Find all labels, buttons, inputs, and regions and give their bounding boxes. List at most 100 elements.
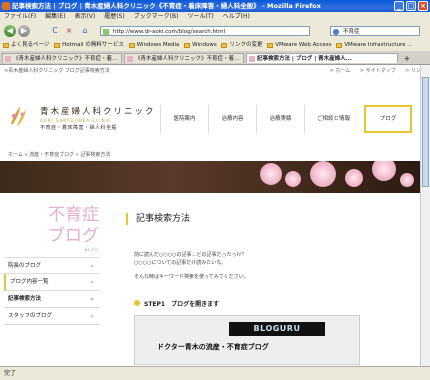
bookmark-item[interactable]: VMware Infrastructure ... xyxy=(336,40,413,51)
bookmark-item[interactable]: Hotmail の無料サービス xyxy=(54,40,124,51)
browser-tab[interactable]: 《青木産婦人科クリニック》不育症・着... xyxy=(2,53,122,63)
sidebar-title-line2: ブログ xyxy=(48,226,99,246)
menu-edit[interactable]: 編集(E) xyxy=(45,13,65,20)
link-sitemap[interactable]: > サイトマップ xyxy=(360,68,396,74)
intro-line-1: 前に読んだ○○○○の記事…どの記事だったっけ？ xyxy=(134,252,247,258)
blossom-image xyxy=(400,173,414,187)
search-value: 不育症 xyxy=(343,29,360,35)
blog-screenshot: BLOGURU ドクター青木の流産・不育症ブログ xyxy=(134,315,360,365)
site-tagline: <青木産婦人科クリニック ブログ記事検索方法 xyxy=(4,68,110,74)
sidebar-title: 不育症 ブログ BLOG xyxy=(44,205,99,253)
clinic-logo[interactable] xyxy=(8,102,28,128)
url-input[interactable]: http://www.dr-aoki.com/blog/search.html xyxy=(100,26,310,36)
blog-caption: ドクター青木の流産・不育症ブログ xyxy=(157,343,269,351)
bloguru-logo: BLOGURU xyxy=(229,322,325,336)
nav-clinic-info[interactable]: 医院案内 xyxy=(160,105,208,133)
menu-view[interactable]: 表示(V) xyxy=(74,13,95,20)
step1-text: STEP1 ブログを開きます xyxy=(144,301,220,308)
sidebar-item-search-method[interactable]: 記事検索方法 » xyxy=(4,291,100,308)
sidebar-item-label: ブログ内容一覧 xyxy=(10,279,49,285)
forward-button[interactable]: ▶ xyxy=(18,25,30,37)
menu-bar: ファイル(F) 編集(E) 表示(V) 履歴(S) ブックマーク(B) ツール(… xyxy=(0,12,430,22)
menu-help[interactable]: ヘルプ(H) xyxy=(223,13,250,20)
status-text: 完了 xyxy=(4,370,17,377)
sidebar: 不育症 ブログ BLOG 院長のブログ » ブログ内容一覧 » 記事検索方法 »… xyxy=(0,197,104,366)
blossom-image xyxy=(285,171,301,187)
browser-tab[interactable]: 《青木産婦人科クリニック》不育症・着... xyxy=(124,53,244,63)
tab-favicon-icon xyxy=(249,56,255,62)
sidebar-tag: BLOG xyxy=(84,248,99,252)
breadcrumb[interactable]: ホーム » 流産・不育症ブログ » 記事検索方法 xyxy=(8,151,110,158)
search-input[interactable]: 不育症 xyxy=(330,26,420,36)
site-top-strip: <青木産婦人科クリニック ブログ記事検索方法 > ホーム > サイトマップ > … xyxy=(0,65,430,77)
page-viewport: <青木産婦人科クリニック ブログ記事検索方法 > ホーム > サイトマップ > … xyxy=(0,65,430,366)
nav-blog[interactable]: ブログ xyxy=(364,105,412,133)
intro-line-3: そんな時はキーワード検索を使ってみてください。 xyxy=(134,274,249,280)
sidebar-item-label: スタッフのブログ xyxy=(8,313,53,319)
sidebar-item-label: 記事検索方法 xyxy=(8,296,42,302)
blossom-image xyxy=(260,163,282,185)
tab-favicon-icon xyxy=(127,56,133,62)
bookmark-item[interactable]: VMware Web Access xyxy=(267,40,331,51)
arrow-icon: » xyxy=(90,263,94,270)
bookmarks-toolbar: よく見るページ Hotmail の無料サービス Windows Media Wi… xyxy=(0,40,430,51)
window-titlebar: 記事検索方法 | ブログ | 青木産婦人科クリニック《不育症・着床障害・婦人科全… xyxy=(0,0,430,12)
header-banner xyxy=(0,161,430,193)
home-button[interactable]: ⌂ xyxy=(80,26,90,36)
firefox-icon xyxy=(2,2,10,10)
menu-tools[interactable]: ツール(T) xyxy=(187,13,213,20)
clinic-name: 青木産婦人科クリニック xyxy=(40,107,156,117)
arrow-icon: » xyxy=(90,296,94,303)
bookmark-item[interactable]: よく見るページ xyxy=(3,40,49,51)
arrow-icon: » xyxy=(90,313,94,320)
scrollbar-thumb[interactable] xyxy=(422,77,429,187)
browser-tab-active[interactable]: 記事検索方法 | ブログ | 青木産婦人... xyxy=(246,53,398,63)
navigation-toolbar: ◀ ▶ C × ⌂ http://www.dr-aoki.com/blog/se… xyxy=(0,22,430,41)
stop-button[interactable]: × xyxy=(64,26,74,36)
clinic-identity: 青木産婦人科クリニック AOKI SANFUJINKA CLINIC 不育症・着… xyxy=(40,105,156,131)
clinic-subtitle: 不育症・着床障害・婦人科全般 xyxy=(40,125,118,131)
sidebar-title-line1: 不育症 xyxy=(48,205,99,225)
url-text: http://www.dr-aoki.com/blog/search.html xyxy=(113,29,226,35)
reload-button[interactable]: C xyxy=(50,26,60,36)
sidebar-item-label: 院長のブログ xyxy=(8,263,42,269)
sidebar-item-blog-list[interactable]: ブログ内容一覧 » xyxy=(4,274,100,291)
menu-file[interactable]: ファイル(F) xyxy=(4,13,36,20)
tab-label: 《青木産婦人科クリニック》不育症・着... xyxy=(13,56,118,62)
site-top-links: > ホーム > サイトマップ > リンク xyxy=(322,65,426,77)
intro-line-2: ○○○○についての記事だけ読みたいな。 xyxy=(134,260,227,266)
page-title: 記事検索方法 xyxy=(126,213,190,225)
nav-consultation[interactable]: ご相談と情報 xyxy=(304,105,362,133)
blossom-image xyxy=(372,161,396,181)
bookmark-item[interactable]: リンクの変更 xyxy=(221,40,263,51)
window-title: 記事検索方法 | ブログ | 青木産婦人科クリニック《不育症・着床障害・婦人科全… xyxy=(12,2,321,10)
step1-heading: STEP1 ブログを開きます xyxy=(134,299,219,308)
clinic-roman: AOKI SANFUJINKA CLINIC xyxy=(40,118,112,123)
arrow-icon: » xyxy=(90,279,94,286)
nav-results[interactable]: 治療実績 xyxy=(256,105,304,133)
main-content: 記事検索方法 前に読んだ○○○○の記事…どの記事だったっけ？ ○○○○についての… xyxy=(120,197,420,366)
bookmark-item[interactable]: Windows Media xyxy=(128,40,179,51)
bookmark-item[interactable]: Windows xyxy=(184,40,217,51)
sidebar-item-director-blog[interactable]: 院長のブログ » xyxy=(4,257,100,274)
sidebar-item-staff-blog[interactable]: スタッフのブログ » xyxy=(4,308,100,325)
tab-favicon-icon xyxy=(5,56,11,62)
nav-treatment[interactable]: 治療内容 xyxy=(208,105,256,133)
blossom-image xyxy=(345,169,363,187)
search-engine-icon xyxy=(333,29,339,35)
site-favicon-icon xyxy=(103,29,109,35)
page-scrollbar[interactable] xyxy=(420,65,430,366)
tab-label: 《青木産婦人科クリニック》不育症・着... xyxy=(135,56,240,62)
new-tab-button[interactable]: + xyxy=(402,54,412,63)
minimize-button[interactable]: _ xyxy=(394,1,404,11)
menu-bookmarks[interactable]: ブックマーク(B) xyxy=(134,13,179,20)
step-bullet-icon xyxy=(134,300,140,306)
blossom-image xyxy=(310,161,336,187)
tab-strip: 《青木産婦人科クリニック》不育症・着... 《青木産婦人科クリニック》不育症・着… xyxy=(0,51,430,65)
link-home[interactable]: > ホーム xyxy=(330,68,351,74)
tab-label: 記事検索方法 | ブログ | 青木産婦人... xyxy=(257,56,352,62)
menu-history[interactable]: 履歴(S) xyxy=(104,13,125,20)
close-button[interactable]: × xyxy=(418,1,428,11)
back-button[interactable]: ◀ xyxy=(4,25,16,37)
maximize-button[interactable]: □ xyxy=(406,1,416,11)
